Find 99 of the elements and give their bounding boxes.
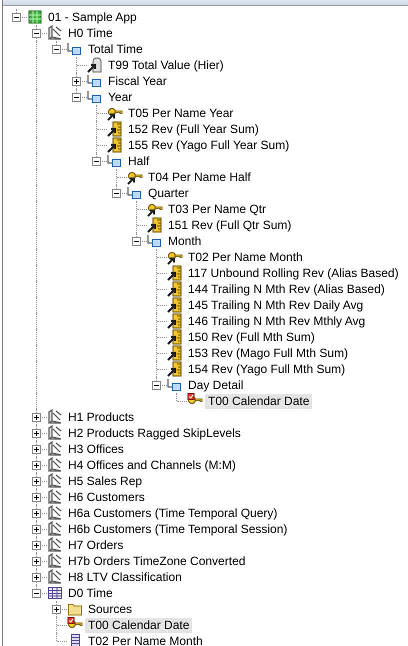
expand-toggle[interactable] bbox=[32, 572, 41, 582]
hierarchy-icon bbox=[47, 473, 63, 489]
ruler-icon bbox=[167, 281, 183, 297]
tree-item[interactable]: T05 Per Name Year bbox=[125, 106, 236, 120]
hierarchy-icon bbox=[47, 505, 63, 521]
hierarchy-icon bbox=[47, 569, 63, 585]
tree-item[interactable]: H2 Products Ragged SkipLevels bbox=[65, 426, 244, 440]
key-icon bbox=[147, 201, 163, 217]
ruler-icon bbox=[147, 217, 163, 233]
collapse-toggle[interactable] bbox=[132, 236, 141, 246]
tree-item[interactable]: 152 Rev (Full Year Sum) bbox=[125, 122, 262, 136]
cube-icon bbox=[27, 9, 43, 25]
folder-icon bbox=[67, 601, 83, 617]
level-icon bbox=[107, 153, 123, 169]
expand-toggle[interactable] bbox=[32, 524, 41, 534]
tree-item[interactable]: Day Detail bbox=[185, 378, 246, 392]
hierarchy-icon bbox=[47, 409, 63, 425]
tree-item[interactable]: Fiscal Year bbox=[105, 74, 170, 88]
hierarchy-icon bbox=[47, 25, 63, 41]
collapse-toggle[interactable] bbox=[112, 188, 121, 198]
tree-item[interactable]: H7 Orders bbox=[65, 538, 126, 552]
collapse-toggle[interactable] bbox=[32, 28, 41, 38]
tree-item[interactable]: T02 Per Name Month bbox=[85, 634, 206, 646]
collapse-toggle[interactable] bbox=[92, 156, 101, 166]
hierarchy-icon bbox=[47, 489, 63, 505]
tree-item[interactable]: Total Time bbox=[85, 42, 146, 56]
tree-item[interactable]: T00 Calendar Date bbox=[85, 618, 192, 632]
level-icon bbox=[127, 185, 143, 201]
tree-item[interactable]: 153 Rev (Mago Full Mth Sum) bbox=[185, 346, 352, 360]
hierarchy-icon bbox=[47, 553, 63, 569]
tree-item[interactable]: H3 Offices bbox=[65, 442, 127, 456]
tree-item[interactable]: 117 Unbound Rolling Rev (Alias Based) bbox=[185, 266, 402, 280]
tree-item[interactable]: 144 Trailing N Mth Rev (Alias Based) bbox=[185, 282, 388, 296]
tree-item[interactable]: 155 Rev (Yago Full Year Sum) bbox=[125, 138, 292, 152]
tree-item[interactable]: T00 Calendar Date bbox=[205, 394, 312, 408]
hierarchy-icon bbox=[47, 537, 63, 553]
hierarchy-icon bbox=[47, 425, 63, 441]
ruler-icon bbox=[167, 329, 183, 345]
expand-toggle[interactable] bbox=[32, 428, 41, 438]
hierarchy-icon bbox=[47, 457, 63, 473]
expand-toggle[interactable] bbox=[32, 508, 41, 518]
ruler-icon bbox=[167, 297, 183, 313]
tree-item[interactable]: H4 Offices and Channels (M:M) bbox=[65, 458, 239, 472]
table-icon bbox=[47, 585, 63, 601]
tree-item[interactable]: T99 Total Value (Hier) bbox=[105, 58, 227, 72]
tree-item[interactable]: H7b Orders TimeZone Converted bbox=[65, 554, 248, 568]
ruler-icon bbox=[167, 361, 183, 377]
level-icon bbox=[87, 89, 103, 105]
collapse-toggle[interactable] bbox=[52, 44, 61, 54]
tree-item[interactable]: H0 Time bbox=[65, 26, 116, 40]
expand-toggle[interactable] bbox=[32, 556, 41, 566]
expand-toggle[interactable] bbox=[52, 604, 61, 614]
expand-toggle[interactable] bbox=[72, 76, 81, 86]
tree-item[interactable]: H1 Products bbox=[65, 410, 138, 424]
collapse-toggle[interactable] bbox=[32, 588, 41, 598]
expand-toggle[interactable] bbox=[32, 540, 41, 550]
tree-item[interactable]: H5 Sales Rep bbox=[65, 474, 146, 488]
tree-item[interactable]: H6b Customers (Time Temporal Session) bbox=[65, 522, 290, 536]
tree-item[interactable]: Half bbox=[125, 154, 152, 168]
tree-item[interactable]: T03 Per Name Qtr bbox=[165, 202, 270, 216]
level-icon bbox=[167, 377, 183, 393]
tree-item[interactable]: 01 - Sample App bbox=[45, 10, 140, 24]
ruler-icon bbox=[167, 265, 183, 281]
tree-item[interactable]: 145 Trailing N Mth Rev Daily Avg bbox=[185, 298, 366, 312]
tree-item[interactable]: T04 Per Name Half bbox=[145, 170, 254, 184]
collapse-toggle[interactable] bbox=[72, 92, 81, 102]
ruler-icon bbox=[107, 121, 123, 137]
hierarchy-icon bbox=[47, 521, 63, 537]
collapse-toggle[interactable] bbox=[152, 380, 161, 390]
tree-item[interactable]: H6 Customers bbox=[65, 490, 148, 504]
ruler-icon bbox=[167, 345, 183, 361]
expand-toggle[interactable] bbox=[32, 492, 41, 502]
tree-item[interactable]: T02 Per Name Month bbox=[185, 250, 306, 264]
level-icon bbox=[67, 41, 83, 57]
tree-item[interactable]: 150 Rev (Full Mth Sum) bbox=[185, 330, 318, 344]
tree-item[interactable]: 151 Rev (Full Qtr Sum) bbox=[165, 218, 294, 232]
tree-item[interactable]: Month bbox=[165, 234, 204, 248]
tree-item[interactable]: Quarter bbox=[145, 186, 192, 200]
level-icon bbox=[87, 73, 103, 89]
key-icon bbox=[107, 105, 123, 121]
tombstone-icon bbox=[87, 57, 103, 73]
key-icon bbox=[127, 169, 143, 185]
tree-item[interactable]: Sources bbox=[85, 602, 136, 616]
tree-item[interactable]: 154 Rev (Yago Full Mth Sum) bbox=[185, 362, 348, 376]
expand-toggle[interactable] bbox=[32, 444, 41, 454]
tree-item[interactable]: 146 Trailing N Mth Rev Mthly Avg bbox=[185, 314, 368, 328]
tree-item[interactable]: D0 Time bbox=[65, 586, 116, 600]
hierarchy-icon bbox=[47, 441, 63, 457]
collapse-toggle[interactable] bbox=[12, 12, 21, 22]
tree-item[interactable]: H8 LTV Classification bbox=[65, 570, 185, 584]
expand-toggle[interactable] bbox=[32, 476, 41, 486]
tree-item[interactable]: H6a Customers (Time Temporal Query) bbox=[65, 506, 280, 520]
key-icon bbox=[167, 249, 183, 265]
ruler-icon bbox=[107, 137, 123, 153]
expand-toggle[interactable] bbox=[32, 412, 41, 422]
expand-toggle[interactable] bbox=[32, 460, 41, 470]
level-icon bbox=[147, 233, 163, 249]
tree-item[interactable]: Year bbox=[105, 90, 136, 104]
ruler-icon bbox=[167, 313, 183, 329]
